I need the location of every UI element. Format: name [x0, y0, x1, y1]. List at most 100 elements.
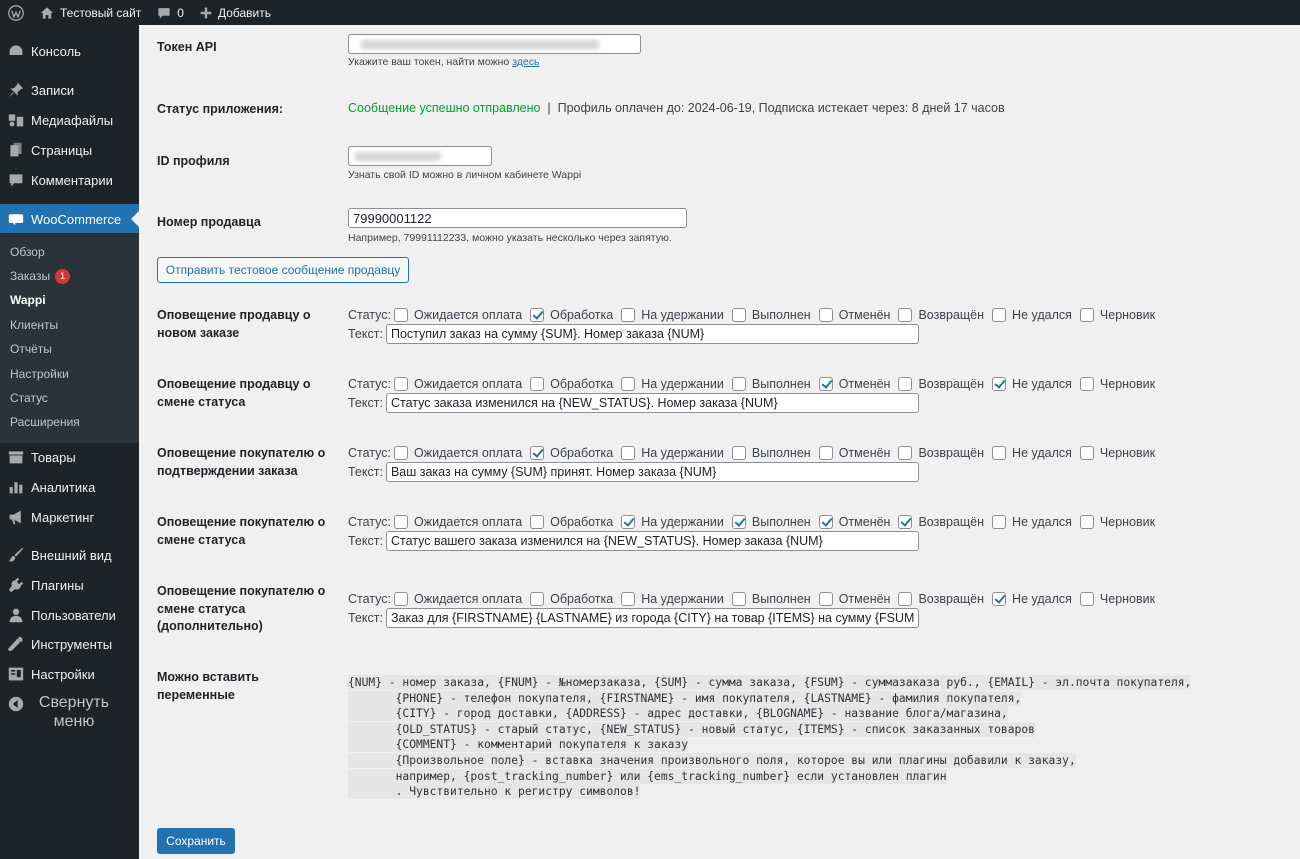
status-option-failed[interactable]: Не удался: [992, 307, 1072, 322]
checkbox-refunded[interactable]: [898, 591, 913, 606]
status-option-completed[interactable]: Выполнен: [731, 514, 811, 529]
checkbox-awaiting-payment[interactable]: [394, 591, 408, 606]
checkbox-draft[interactable]: [1079, 376, 1094, 391]
status-option-completed[interactable]: Выполнен: [731, 445, 811, 460]
checkbox-on-hold[interactable]: [621, 591, 636, 606]
status-option-failed[interactable]: Не удался: [992, 514, 1072, 529]
checkbox-draft[interactable]: [1079, 591, 1094, 606]
menu-item-users[interactable]: Пользователи: [0, 600, 139, 630]
status-option-cancelled[interactable]: Отменён: [818, 445, 890, 460]
checkbox-processing[interactable]: [530, 514, 545, 529]
checkbox-refunded[interactable]: [898, 514, 913, 529]
status-option-refunded[interactable]: Возвращён: [898, 307, 984, 322]
status-option-draft[interactable]: Черновик: [1079, 445, 1155, 460]
menu-item-pages[interactable]: Страницы: [0, 135, 139, 165]
message-text-input[interactable]: [385, 531, 919, 551]
menu-item-posts[interactable]: Записи: [0, 75, 139, 105]
status-option-refunded[interactable]: Возвращён: [898, 445, 984, 460]
checkbox-cancelled[interactable]: [818, 376, 833, 391]
status-option-draft[interactable]: Черновик: [1079, 307, 1155, 322]
menu-item-media[interactable]: Медиафайлы: [0, 105, 139, 135]
checkbox-failed[interactable]: [992, 445, 1007, 460]
seller-number-input[interactable]: [348, 208, 687, 228]
checkbox-refunded[interactable]: [898, 307, 913, 322]
checkbox-on-hold[interactable]: [621, 376, 636, 391]
checkbox-refunded[interactable]: [898, 445, 913, 460]
status-option-failed[interactable]: Не удался: [992, 376, 1072, 391]
checkbox-cancelled[interactable]: [818, 445, 833, 460]
status-option-cancelled[interactable]: Отменён: [818, 514, 890, 529]
status-option-on-hold[interactable]: На удержании: [621, 514, 724, 529]
submenu-item-reports[interactable]: Отчёты: [10, 340, 52, 358]
status-option-awaiting-payment[interactable]: Ожидается оплата: [394, 514, 522, 529]
checkbox-failed[interactable]: [992, 591, 1007, 606]
message-text-input[interactable]: [385, 324, 919, 344]
checkbox-awaiting-payment[interactable]: [394, 376, 408, 391]
checkbox-on-hold[interactable]: [621, 514, 636, 529]
token-hint-link[interactable]: здесь: [512, 56, 539, 68]
add-new-link[interactable]: Добавить: [192, 0, 279, 25]
checkbox-awaiting-payment[interactable]: [394, 514, 408, 529]
status-option-draft[interactable]: Черновик: [1079, 376, 1155, 391]
checkbox-refunded[interactable]: [898, 376, 913, 391]
status-option-failed[interactable]: Не удался: [992, 591, 1072, 606]
site-name-link[interactable]: Тестовый сайт: [32, 0, 149, 25]
status-option-awaiting-payment[interactable]: Ожидается оплата: [394, 445, 522, 460]
menu-item-woocommerce[interactable]: WooCommerce: [0, 204, 139, 234]
save-button[interactable]: Сохранить: [157, 828, 235, 854]
menu-item-tools[interactable]: Инструменты: [0, 629, 139, 659]
submenu-item-overview[interactable]: Обзор: [10, 243, 45, 261]
menu-item-settings[interactable]: Настройки: [0, 659, 139, 689]
checkbox-cancelled[interactable]: [818, 591, 833, 606]
message-text-input[interactable]: [385, 608, 919, 628]
status-option-on-hold[interactable]: На удержании: [621, 591, 724, 606]
status-option-on-hold[interactable]: На удержании: [621, 445, 724, 460]
checkbox-completed[interactable]: [731, 307, 746, 322]
checkbox-completed[interactable]: [731, 445, 746, 460]
status-option-awaiting-payment[interactable]: Ожидается оплата: [394, 591, 522, 606]
message-text-input[interactable]: [385, 462, 919, 482]
message-text-input[interactable]: [385, 393, 919, 413]
status-option-cancelled[interactable]: Отменён: [818, 591, 890, 606]
checkbox-completed[interactable]: [731, 591, 746, 606]
checkbox-awaiting-payment[interactable]: [394, 307, 408, 322]
status-option-draft[interactable]: Черновик: [1079, 591, 1155, 606]
status-option-on-hold[interactable]: На удержании: [621, 376, 724, 391]
wordpress-logo-icon[interactable]: [0, 0, 32, 25]
status-option-failed[interactable]: Не удался: [992, 445, 1072, 460]
status-option-awaiting-payment[interactable]: Ожидается оплата: [394, 307, 522, 322]
status-option-awaiting-payment[interactable]: Ожидается оплата: [394, 376, 522, 391]
status-option-cancelled[interactable]: Отменён: [818, 307, 890, 322]
menu-item-appearance[interactable]: Внешний вид: [0, 540, 139, 570]
checkbox-on-hold[interactable]: [621, 307, 636, 322]
submenu-item-settings[interactable]: Настройки: [10, 365, 69, 383]
checkbox-awaiting-payment[interactable]: [394, 445, 408, 460]
menu-item-analytics[interactable]: Аналитика: [0, 472, 139, 502]
menu-item-console[interactable]: Консоль: [0, 36, 139, 66]
checkbox-cancelled[interactable]: [818, 514, 833, 529]
checkbox-draft[interactable]: [1079, 307, 1094, 322]
menu-item-comments[interactable]: Комментарии: [0, 165, 139, 195]
checkbox-draft[interactable]: [1079, 445, 1094, 460]
submenu-item-customers[interactable]: Клиенты: [10, 316, 58, 334]
status-option-processing[interactable]: Обработка: [530, 591, 613, 606]
checkbox-failed[interactable]: [992, 307, 1007, 322]
menu-item-marketing[interactable]: Маркетинг: [0, 502, 139, 532]
checkbox-cancelled[interactable]: [818, 307, 833, 322]
status-option-refunded[interactable]: Возвращён: [898, 514, 984, 529]
status-option-draft[interactable]: Черновик: [1079, 514, 1155, 529]
checkbox-processing[interactable]: [530, 591, 545, 606]
submenu-item-extensions[interactable]: Расширения: [10, 413, 80, 431]
collapse-menu-button[interactable]: Свернуть меню: [0, 693, 139, 731]
status-option-completed[interactable]: Выполнен: [731, 376, 811, 391]
checkbox-failed[interactable]: [992, 376, 1007, 391]
status-option-processing[interactable]: Обработка: [530, 307, 613, 322]
checkbox-completed[interactable]: [731, 376, 746, 391]
menu-item-products[interactable]: Товары: [0, 442, 139, 472]
status-option-processing[interactable]: Обработка: [530, 376, 613, 391]
checkbox-failed[interactable]: [992, 514, 1007, 529]
send-test-message-button[interactable]: Отправить тестовое сообщение продавцу: [157, 257, 409, 283]
status-option-cancelled[interactable]: Отменён: [818, 376, 890, 391]
status-option-completed[interactable]: Выполнен: [731, 307, 811, 322]
checkbox-on-hold[interactable]: [621, 445, 636, 460]
